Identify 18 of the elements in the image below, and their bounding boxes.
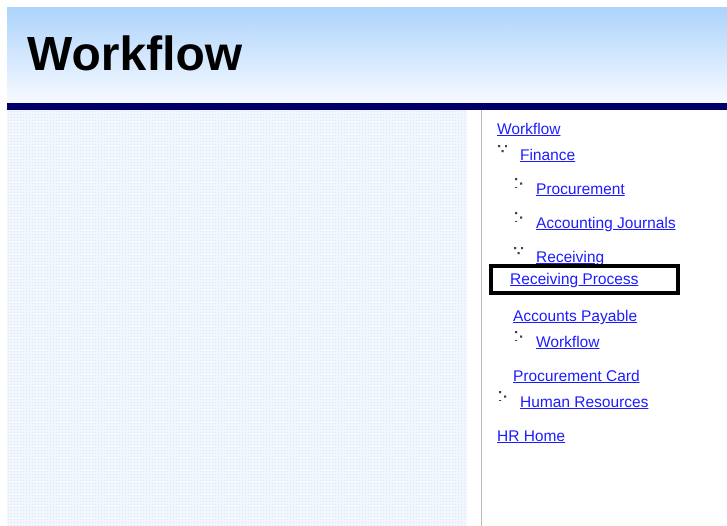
nav-link[interactable]: Receiving bbox=[536, 246, 604, 270]
collapsed-chevron-icon[interactable] bbox=[513, 212, 523, 222]
nav-link[interactable]: Accounting Journals bbox=[536, 212, 676, 236]
nav-link[interactable]: Accounts Payable bbox=[513, 305, 638, 328]
nav-link[interactable]: Procurement bbox=[536, 178, 625, 202]
nav-link[interactable]: Receiving Process bbox=[510, 268, 638, 292]
page-title: Workflow bbox=[27, 31, 242, 79]
collapsed-chevron-icon[interactable] bbox=[513, 178, 523, 188]
nav-link[interactable]: Finance bbox=[520, 144, 576, 168]
expanded-chevron-icon[interactable] bbox=[497, 144, 507, 154]
nav-link[interactable]: Workflow bbox=[536, 331, 600, 354]
nav-link[interactable]: Human Resources bbox=[520, 391, 648, 414]
nav-link[interactable]: HR Home bbox=[497, 425, 566, 448]
nav-link[interactable]: Workflow bbox=[497, 118, 560, 142]
collapsed-chevron-icon[interactable] bbox=[497, 391, 507, 402]
nav-link[interactable]: Procurement Card bbox=[513, 365, 640, 388]
collapsed-chevron-icon[interactable] bbox=[513, 331, 523, 342]
expanded-chevron-icon[interactable] bbox=[513, 246, 523, 256]
